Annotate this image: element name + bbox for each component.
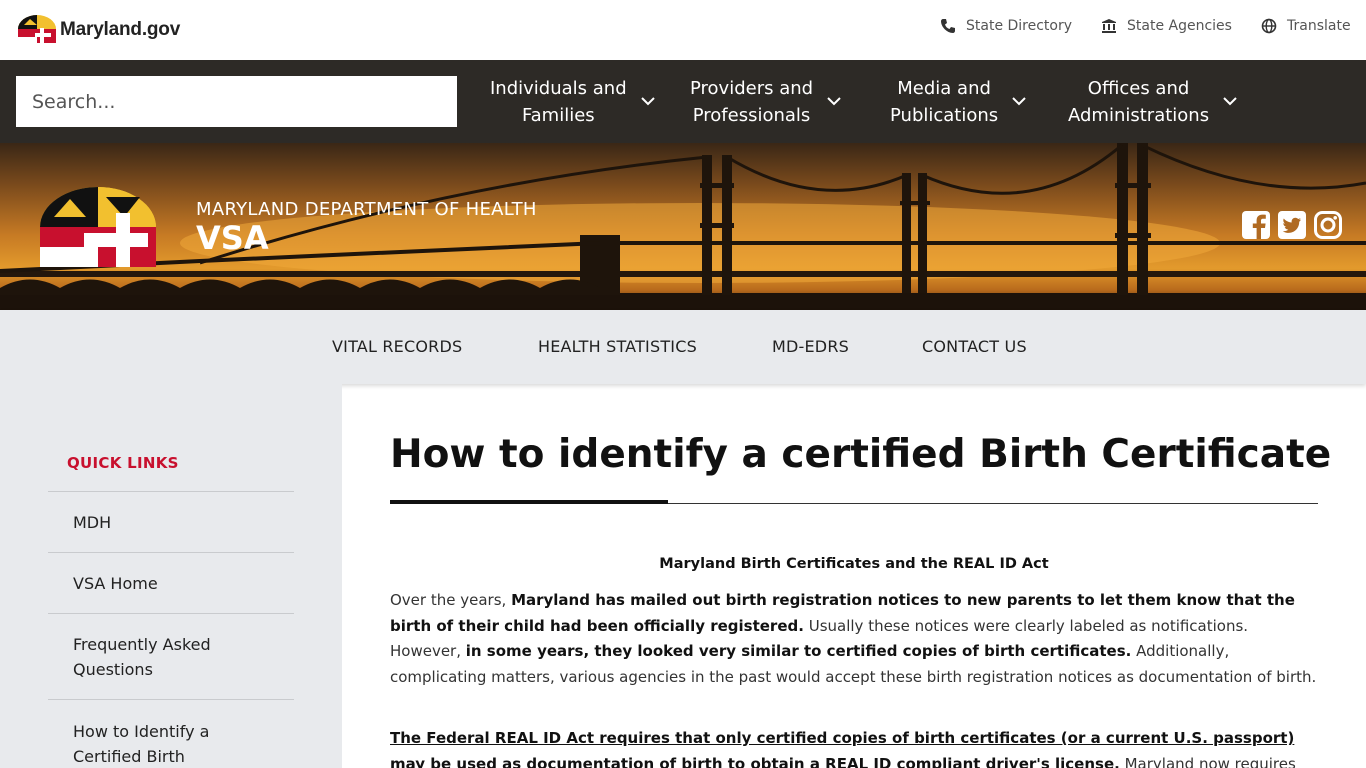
building-icon: [1102, 19, 1116, 33]
hero-banner: MARYLAND DEPARTMENT OF HEALTH VSA: [0, 143, 1366, 310]
chevron-down-icon: [827, 97, 841, 106]
twitter-icon[interactable]: [1278, 211, 1306, 239]
menu-label-line2: Administrations: [1068, 104, 1210, 126]
main-navigation: Individuals and Families Providers and P…: [0, 60, 1366, 143]
search-input[interactable]: [16, 76, 457, 127]
quick-link-identify-certificate[interactable]: How to Identify a Certified Birth: [73, 719, 209, 768]
chevron-down-icon: [640, 97, 655, 106]
menu-label: Individuals and Families: [490, 75, 627, 129]
state-directory-label: State Directory: [966, 18, 1073, 34]
intro-paragraph: Over the years, Maryland has mailed out …: [390, 588, 1318, 690]
subnav-md-edrs[interactable]: MD-EDRS: [772, 337, 849, 356]
phone-icon: [941, 19, 955, 33]
divider: [48, 552, 294, 553]
p2-text-b: Maryland now requires: [1119, 754, 1296, 768]
divider: [48, 613, 294, 614]
quick-link-label-line2: Certified Birth: [73, 747, 185, 766]
menu-label: Offices and Administrations: [1068, 75, 1209, 129]
menu-label-line1: Media and: [897, 77, 991, 99]
state-agencies-link[interactable]: State Agencies: [1101, 18, 1232, 34]
quick-link-label-line1: Frequently Asked: [73, 635, 211, 654]
menu-label: Media and Publications: [890, 75, 998, 129]
menu-label-line1: Individuals and: [490, 77, 627, 99]
menu-label-line1: Offices and: [1087, 77, 1190, 99]
real-id-paragraph: The Federal REAL ID Act requires that on…: [390, 726, 1318, 768]
department-name: MARYLAND DEPARTMENT OF HEALTH: [196, 199, 537, 220]
maryland-shield-logo: [40, 187, 156, 267]
facebook-icon[interactable]: [1242, 211, 1270, 239]
menu-offices-administrations[interactable]: Offices and Administrations: [1068, 60, 1237, 143]
menu-label-line2: Publications: [890, 104, 999, 126]
menu-providers-professionals[interactable]: Providers and Professionals: [690, 60, 841, 143]
utility-bar: Maryland.gov State Directory State Agenc…: [0, 0, 1366, 60]
quick-links-title: QUICK LINKS: [67, 454, 179, 472]
chevron-down-icon: [1223, 97, 1237, 106]
quick-links-sidebar: QUICK LINKS MDH VSA Home Frequently Aske…: [0, 384, 342, 768]
menu-label-line2: Professionals: [692, 104, 811, 126]
p1-bold-d: in some years, they looked very similar …: [465, 642, 1132, 660]
menu-individuals-families[interactable]: Individuals and Families: [490, 60, 655, 143]
quick-link-vsa-home[interactable]: VSA Home: [73, 571, 158, 596]
quick-link-mdh[interactable]: MDH: [73, 510, 111, 535]
globe-icon: [1261, 18, 1277, 34]
subnav-vital-records[interactable]: VITAL RECORDS: [332, 337, 462, 356]
quick-link-label: MDH: [73, 513, 112, 532]
p1-text-a: Over the years,: [390, 591, 512, 609]
instagram-icon[interactable]: [1314, 211, 1342, 239]
subnav-contact-us[interactable]: CONTACT US: [922, 337, 1027, 356]
menu-label: Providers and Professionals: [690, 75, 813, 129]
translate-link[interactable]: Translate: [1261, 18, 1351, 34]
subnav-health-statistics[interactable]: HEALTH STATISTICS: [538, 337, 697, 356]
section-subheading: Maryland Birth Certificates and the REAL…: [659, 556, 1049, 572]
site-name: Maryland.gov: [60, 19, 181, 40]
page-title: How to identify a certified Birth Certif…: [390, 432, 1332, 477]
state-agencies-label: State Agencies: [1127, 18, 1232, 34]
maryland-gov-logo[interactable]: Maryland.gov: [16, 15, 180, 45]
menu-media-publications[interactable]: Media and Publications: [890, 60, 1026, 143]
section-navigation: VITAL RECORDS HEALTH STATISTICS MD-EDRS …: [0, 310, 1366, 384]
divider: [48, 491, 294, 492]
state-directory-link[interactable]: State Directory: [940, 18, 1072, 34]
divider: [48, 699, 294, 700]
quick-link-faq[interactable]: Frequently Asked Questions: [73, 632, 211, 682]
unit-name: VSA: [196, 219, 269, 257]
quick-link-label: VSA Home: [73, 574, 158, 593]
menu-label-line1: Providers and: [690, 77, 814, 99]
menu-label-line2: Families: [521, 104, 595, 126]
translate-label: Translate: [1287, 18, 1351, 34]
quick-link-label-line2: Questions: [73, 660, 153, 679]
maryland-flag-icon: [18, 15, 56, 43]
quick-link-label-line1: How to Identify a: [73, 722, 210, 741]
title-accent-bar: [390, 500, 668, 504]
chevron-down-icon: [1012, 97, 1026, 106]
